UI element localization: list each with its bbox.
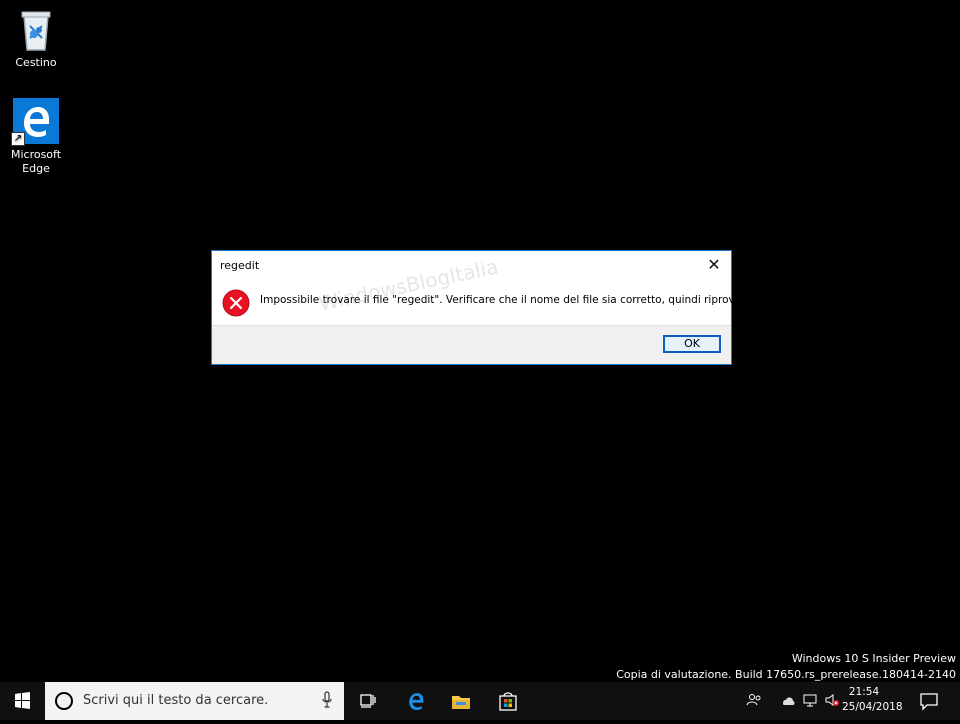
dialog-footer: OK	[212, 325, 731, 364]
search-placeholder: Scrivi qui il testo da cercare.	[83, 693, 269, 708]
clock[interactable]: 21:54 25/04/2018	[842, 685, 903, 715]
start-button[interactable]	[0, 682, 44, 720]
task-view-icon[interactable]	[355, 688, 381, 714]
people-icon[interactable]	[746, 692, 762, 708]
desktop-icon-recycle-bin[interactable]: Cestino	[3, 6, 69, 70]
shortcut-arrow-icon: ↗	[11, 132, 25, 146]
taskbar: Scrivi qui il testo da cercare. 21:54 25…	[0, 682, 960, 720]
edge-icon: ↗	[11, 98, 60, 146]
desktop-icon-microsoft-edge[interactable]: ↗ Microsoft Edge	[3, 98, 69, 176]
clock-time: 21:54	[848, 686, 880, 698]
desktop-icon-label: Microsoft Edge	[10, 148, 62, 175]
taskbar-edge-icon[interactable]	[403, 688, 429, 714]
volume-muted-icon[interactable]	[824, 692, 840, 708]
error-dialog: regedit ✕ WindowsBlogItalia Impossibile …	[211, 250, 755, 365]
microphone-icon[interactable]	[322, 691, 332, 709]
store-icon[interactable]	[495, 688, 521, 714]
os-info-line2: Copia di valutazione. Build 17650.rs_pre…	[616, 668, 956, 681]
system-tray	[742, 682, 842, 720]
search-box[interactable]: Scrivi qui il testo da cercare.	[45, 682, 344, 720]
recycle-bin-icon	[12, 6, 60, 54]
os-version-watermark: Windows 10 S Insider Preview Copia di va…	[616, 651, 956, 683]
watermark-text: WindowsBlogItalia	[316, 254, 501, 316]
desktop-icon-label: Cestino	[15, 56, 57, 69]
network-icon[interactable]	[802, 692, 818, 708]
error-icon	[222, 289, 250, 317]
close-button[interactable]: ✕	[703, 255, 725, 275]
file-explorer-icon[interactable]	[448, 688, 474, 714]
dialog-title: regedit	[220, 259, 260, 272]
cortana-icon	[55, 692, 73, 710]
onedrive-icon[interactable]	[780, 694, 796, 706]
ok-button[interactable]: OK	[663, 335, 721, 353]
os-info-line1: Windows 10 S Insider Preview	[791, 652, 956, 665]
action-center-icon[interactable]	[918, 690, 940, 712]
clock-date: 25/04/2018	[842, 701, 903, 713]
windows-logo-icon	[15, 692, 30, 709]
dialog-message: Impossibile trovare il file "regedit". V…	[260, 294, 756, 306]
